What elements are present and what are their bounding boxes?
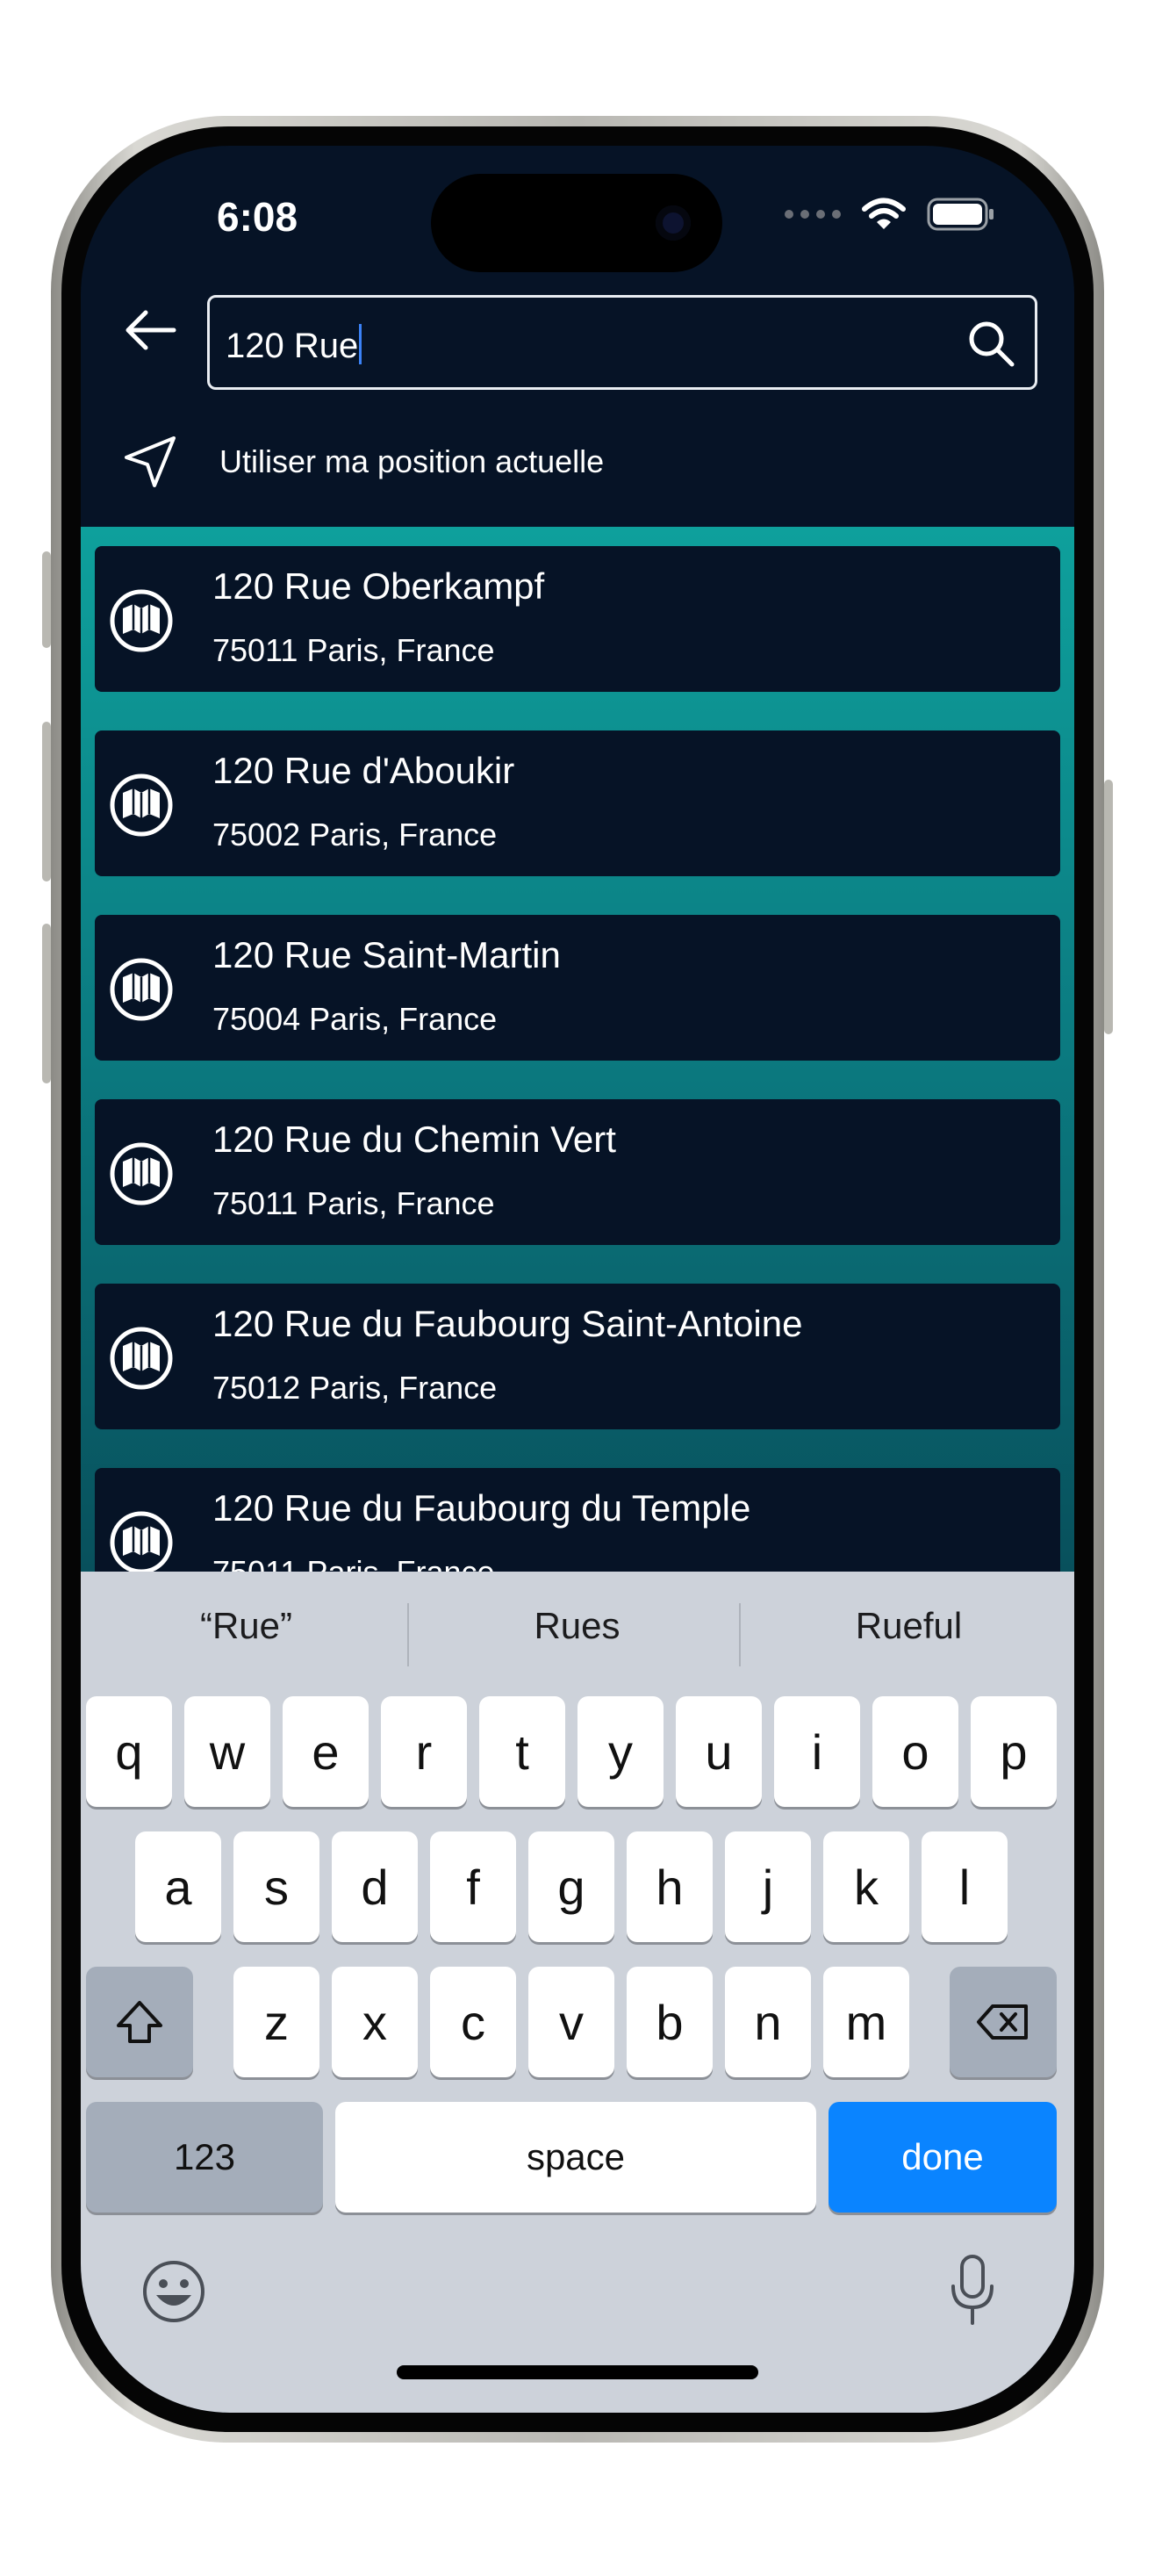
volume-down-button [42,924,51,1083]
result-subtitle: 75011 Paris, France [212,1185,495,1221]
search-input[interactable]: 120 Rue [207,295,1037,390]
emoji-icon[interactable] [140,2258,207,2325]
map-icon [110,774,173,837]
shift-icon [117,2001,162,2043]
result-title: 120 Rue Oberkampf [212,565,545,607]
key-c[interactable]: c [430,1967,516,2077]
result-title: 120 Rue du Chemin Vert [212,1119,616,1160]
status-time: 6:08 [217,194,298,240]
microphone-icon[interactable] [948,2253,997,2327]
key-w[interactable]: w [184,1696,270,1807]
map-icon [110,958,173,1021]
map-icon [110,1511,173,1572]
dynamic-island [431,174,722,272]
back-arrow-icon[interactable] [116,304,186,356]
screen: 6:08 120 Rue Utiliser ma position actuel… [81,146,1074,2413]
map-icon [110,1327,173,1390]
result-item[interactable]: 120 Rue Saint-Martin 75004 Paris, France [95,915,1060,1061]
key-v[interactable]: v [528,1967,614,2077]
delete-key[interactable] [950,1967,1057,2077]
wifi-icon [862,198,906,229]
home-indicator [397,2365,758,2379]
backspace-icon [977,2004,1028,2040]
key-x[interactable]: x [332,1967,418,2077]
result-title: 120 Rue du Faubourg du Temple [212,1487,751,1529]
key-y[interactable]: y [578,1696,664,1807]
status-indicators [785,197,995,232]
search-icon[interactable] [965,317,1017,370]
key-r[interactable]: r [381,1696,467,1807]
result-subtitle: 75004 Paris, France [212,1001,498,1037]
action-button [42,551,51,648]
suggestion-3[interactable]: Rueful [743,1605,1074,1647]
key-f[interactable]: f [430,1831,516,1942]
result-item[interactable]: 120 Rue du Chemin Vert 75011 Paris, Fran… [95,1099,1060,1245]
key-o[interactable]: o [872,1696,958,1807]
result-item[interactable]: 120 Rue Oberkampf 75011 Paris, France [95,546,1060,692]
result-item[interactable]: 120 Rue du Faubourg Saint-Antoine 75012 … [95,1284,1060,1429]
key-t[interactable]: t [479,1696,565,1807]
suggestion-1[interactable]: “Rue” [81,1605,412,1647]
space-key[interactable]: space [335,2102,816,2213]
key-i[interactable]: i [774,1696,860,1807]
suggestion-divider [407,1603,409,1666]
key-g[interactable]: g [528,1831,614,1942]
shift-key[interactable] [86,1967,193,2077]
result-subtitle: 75012 Paris, France [212,1370,498,1406]
key-e[interactable]: e [283,1696,369,1807]
cellular-signal-icon [785,210,841,219]
numbers-key[interactable]: 123 [86,2102,323,2213]
key-d[interactable]: d [332,1831,418,1942]
key-q[interactable]: q [86,1696,172,1807]
suggestion-divider [739,1603,741,1666]
keyboard: “Rue” Rues Rueful q w e r t y u i o p a … [81,1572,1074,2413]
map-icon [110,1142,173,1205]
use-current-location-label: Utiliser ma position actuelle [219,443,605,479]
result-subtitle: 75011 Paris, France [212,1554,495,1572]
battery-icon [927,198,994,231]
done-key[interactable]: done [829,2102,1057,2213]
search-input-value: 120 Rue [226,327,359,365]
map-icon [110,589,173,652]
key-m[interactable]: m [823,1967,909,2077]
power-button [1104,780,1113,1034]
key-u[interactable]: u [676,1696,762,1807]
volume-up-button [42,722,51,881]
location-arrow-icon [125,436,176,487]
result-title: 120 Rue du Faubourg Saint-Antoine [212,1303,803,1344]
key-j[interactable]: j [725,1831,811,1942]
key-z[interactable]: z [233,1967,319,2077]
key-s[interactable]: s [233,1831,319,1942]
key-b[interactable]: b [627,1967,713,2077]
result-item[interactable]: 120 Rue du Faubourg du Temple 75011 Pari… [95,1468,1060,1572]
key-a[interactable]: a [135,1831,221,1942]
result-title: 120 Rue d'Aboukir [212,750,515,791]
key-n[interactable]: n [725,1967,811,2077]
use-current-location-option[interactable]: Utiliser ma position actuelle [119,427,604,497]
result-title: 120 Rue Saint-Martin [212,934,561,975]
key-h[interactable]: h [627,1831,713,1942]
results-list[interactable]: 120 Rue Oberkampf 75011 Paris, France 12… [81,527,1074,1572]
result-subtitle: 75011 Paris, France [212,632,495,668]
key-k[interactable]: k [823,1831,909,1942]
key-p[interactable]: p [971,1696,1057,1807]
key-l[interactable]: l [922,1831,1008,1942]
camera-icon [656,205,691,241]
result-subtitle: 75002 Paris, France [212,817,498,853]
result-item[interactable]: 120 Rue d'Aboukir 75002 Paris, France [95,730,1060,876]
text-caret [359,324,362,364]
suggestion-2[interactable]: Rues [412,1605,742,1647]
